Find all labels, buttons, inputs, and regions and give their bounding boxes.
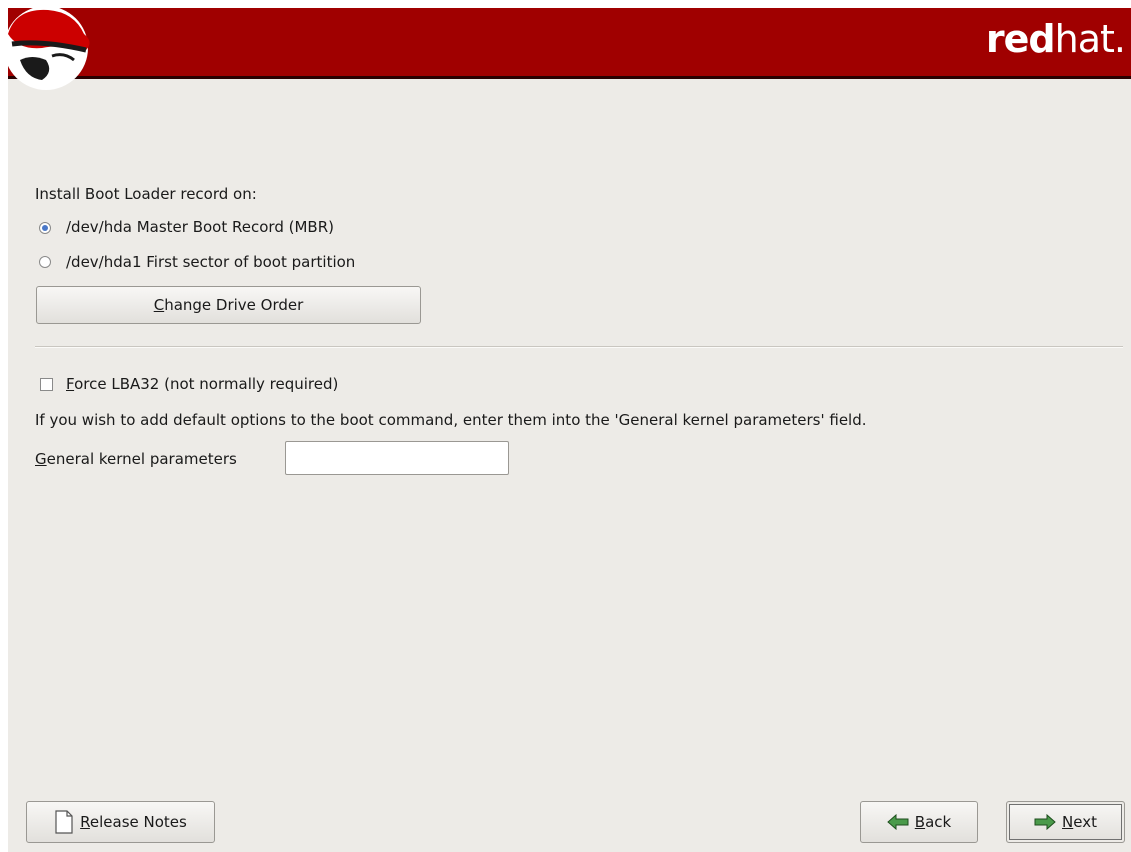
- document-icon: [55, 810, 73, 834]
- radio-boot-partition-indicator[interactable]: [39, 256, 51, 268]
- radio-mbr-indicator[interactable]: [39, 222, 51, 234]
- header-banner: redhat.: [4, 6, 1131, 90]
- arrow-right-icon: [1034, 814, 1056, 830]
- section-divider: [35, 346, 1123, 348]
- force-lba32-check-indicator[interactable]: [40, 378, 53, 391]
- radio-mbr-label[interactable]: /dev/hda Master Boot Record (MBR): [66, 218, 334, 236]
- force-lba32-label[interactable]: Force LBA32 (not normally required): [66, 375, 338, 393]
- installer-window: redhat. Install Boot Loader record on: /…: [4, 6, 1131, 852]
- radio-boot-partition-label[interactable]: /dev/hda1 First sector of boot partition: [66, 253, 355, 271]
- bootloader-heading: Install Boot Loader record on:: [35, 185, 257, 203]
- next-button[interactable]: Next: [1006, 801, 1125, 843]
- change-drive-order-button[interactable]: Change Drive Order: [36, 286, 421, 324]
- arrow-left-icon: [887, 814, 909, 830]
- kernel-params-input[interactable]: [285, 441, 509, 475]
- kernel-params-label: General kernel parameters: [35, 450, 237, 468]
- kernel-info-text: If you wish to add default options to th…: [35, 411, 867, 429]
- redhat-wordmark: redhat.: [985, 17, 1126, 61]
- back-button[interactable]: Back: [860, 801, 978, 843]
- release-notes-button[interactable]: Release Notes: [26, 801, 215, 843]
- shadowman-logo: [4, 6, 90, 90]
